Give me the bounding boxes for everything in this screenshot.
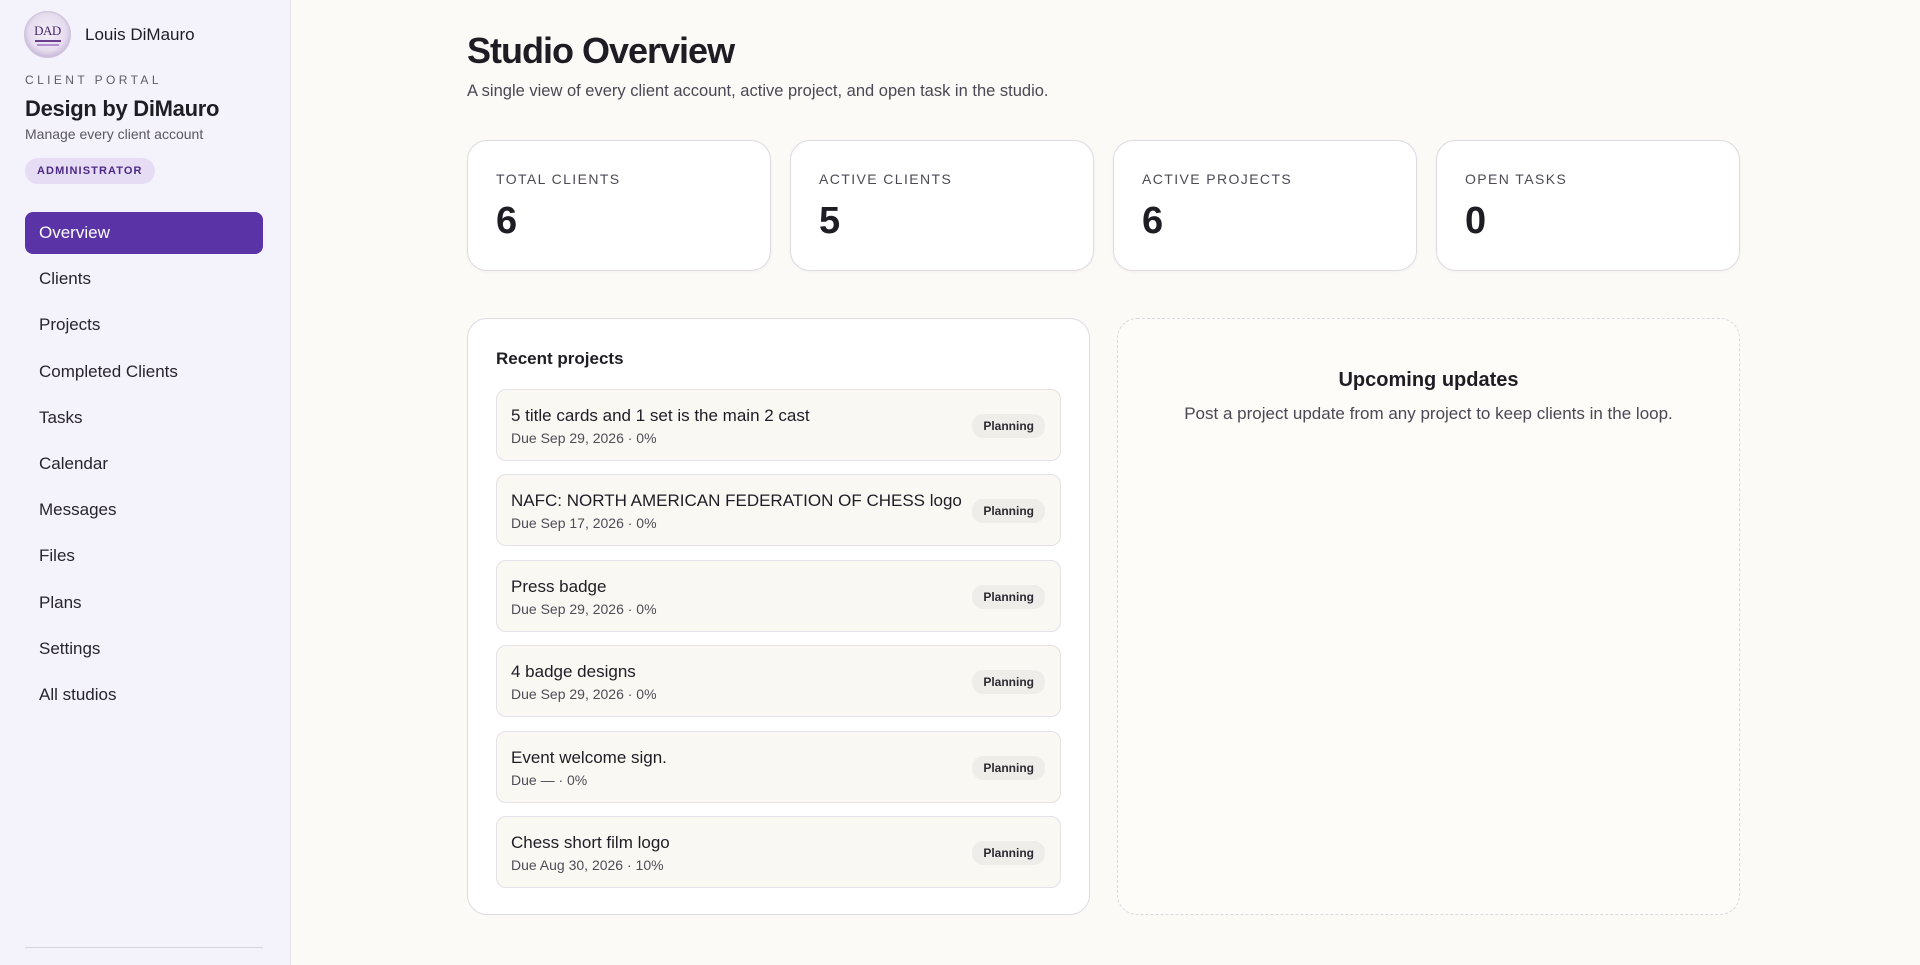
sidebar-divider: [25, 947, 263, 948]
studio-name: Design by DiMauro: [25, 96, 220, 121]
stat-label: ACTIVE PROJECTS: [1142, 171, 1293, 187]
stat-label: TOTAL CLIENTS: [496, 171, 621, 187]
page-title: Studio Overview: [467, 30, 735, 71]
upcoming-updates-card: Upcoming updates Post a project update f…: [1117, 318, 1740, 915]
avatar-logo-bar: [34, 39, 61, 42]
project-meta: Due Sep 29, 2026 · 0%: [511, 430, 657, 446]
sidebar-item-projects[interactable]: Projects: [25, 304, 263, 346]
project-meta: Due Sep 29, 2026 · 0%: [511, 600, 657, 617]
portal-label: CLIENT PORTAL: [25, 73, 162, 87]
sidebar-item-clients[interactable]: Clients: [25, 258, 263, 300]
project-row[interactable]: Event welcome sign. Due — · 0% Planning: [496, 730, 1061, 803]
stat-card-active-clients: ACTIVE CLIENTS 5: [790, 140, 1094, 271]
project-title: NAFC: NORTH AMERICAN FEDERATION OF CHESS…: [511, 491, 962, 511]
project-title: 5 title cards and 1 set is the main 2 ca…: [511, 406, 810, 425]
status-badge: Planning: [972, 840, 1045, 865]
stats-row: TOTAL CLIENTS 6 ACTIVE CLIENTS 5 ACTIVE …: [467, 140, 1740, 271]
status-badge: Planning: [972, 584, 1045, 609]
status-badge: Planning: [972, 670, 1045, 695]
sidebar-item-plans[interactable]: Plans: [25, 582, 263, 624]
page-subtitle: A single view of every client account, a…: [467, 82, 1049, 100]
project-title: 4 badge designs: [511, 662, 636, 682]
stat-card-total-clients: TOTAL CLIENTS 6: [467, 140, 771, 271]
project-row[interactable]: 5 title cards and 1 set is the main 2 ca…: [496, 389, 1061, 461]
stat-value: 5: [819, 200, 841, 242]
upcoming-updates-text: Post a project update from any project t…: [1184, 404, 1673, 423]
recent-projects-card: Recent projects 5 title cards and 1 set …: [467, 318, 1090, 915]
sidebar-item-messages[interactable]: Messages: [25, 489, 263, 531]
avatar-logo-bar: [36, 43, 59, 46]
stat-label: ACTIVE CLIENTS: [819, 171, 953, 187]
stat-value: 0: [1465, 200, 1487, 242]
avatar-monogram: DAD: [34, 22, 61, 38]
status-badge: Planning: [972, 499, 1045, 524]
sidebar-nav: Overview Clients Projects Completed Clie…: [25, 212, 263, 720]
user-name: Louis DiMauro: [85, 24, 195, 44]
project-title: Chess short film logo: [511, 832, 670, 852]
avatar[interactable]: DAD: [24, 11, 71, 58]
status-badge: Planning: [972, 414, 1045, 438]
project-row[interactable]: 4 badge designs Due Sep 29, 2026 · 0% Pl…: [496, 645, 1061, 718]
user-profile[interactable]: DAD Louis DiMauro: [24, 11, 195, 58]
status-badge: Planning: [972, 755, 1045, 780]
project-meta: Due Sep 29, 2026 · 0%: [511, 686, 657, 703]
sidebar-item-overview[interactable]: Overview: [25, 212, 263, 254]
sidebar-item-calendar[interactable]: Calendar: [25, 443, 263, 485]
sidebar-item-all-studios[interactable]: All studios: [25, 674, 263, 716]
recent-projects-heading: Recent projects: [496, 349, 624, 368]
project-meta: Due — · 0%: [511, 771, 588, 788]
project-row[interactable]: NAFC: NORTH AMERICAN FEDERATION OF CHESS…: [496, 474, 1061, 547]
project-row[interactable]: Chess short film logo Due Aug 30, 2026 ·…: [496, 815, 1061, 888]
project-meta: Due Aug 30, 2026 · 10%: [511, 856, 664, 873]
project-title: Event welcome sign.: [511, 747, 667, 767]
stat-card-active-projects: ACTIVE PROJECTS 6: [1113, 140, 1417, 271]
upcoming-updates-title: Upcoming updates: [1338, 369, 1519, 391]
stat-value: 6: [496, 200, 518, 242]
project-list: 5 title cards and 1 set is the main 2 ca…: [496, 389, 1061, 901]
sidebar-item-files[interactable]: Files: [25, 535, 263, 577]
sidebar-item-completed-clients[interactable]: Completed Clients: [25, 351, 263, 393]
project-meta: Due Sep 17, 2026 · 0%: [511, 515, 657, 532]
studio-subtitle: Manage every client account: [25, 126, 204, 142]
project-title: Press badge: [511, 576, 607, 596]
stat-card-open-tasks: OPEN TASKS 0: [1436, 140, 1740, 271]
role-badge: ADMINISTRATOR: [25, 158, 155, 184]
sidebar: DAD Louis DiMauro CLIENT PORTAL Design b…: [0, 0, 291, 965]
stat-value: 6: [1142, 200, 1164, 242]
stat-label: OPEN TASKS: [1465, 171, 1568, 187]
sidebar-item-tasks[interactable]: Tasks: [25, 397, 263, 439]
project-row[interactable]: Press badge Due Sep 29, 2026 · 0% Planni…: [496, 559, 1061, 632]
sidebar-item-settings[interactable]: Settings: [25, 628, 263, 670]
